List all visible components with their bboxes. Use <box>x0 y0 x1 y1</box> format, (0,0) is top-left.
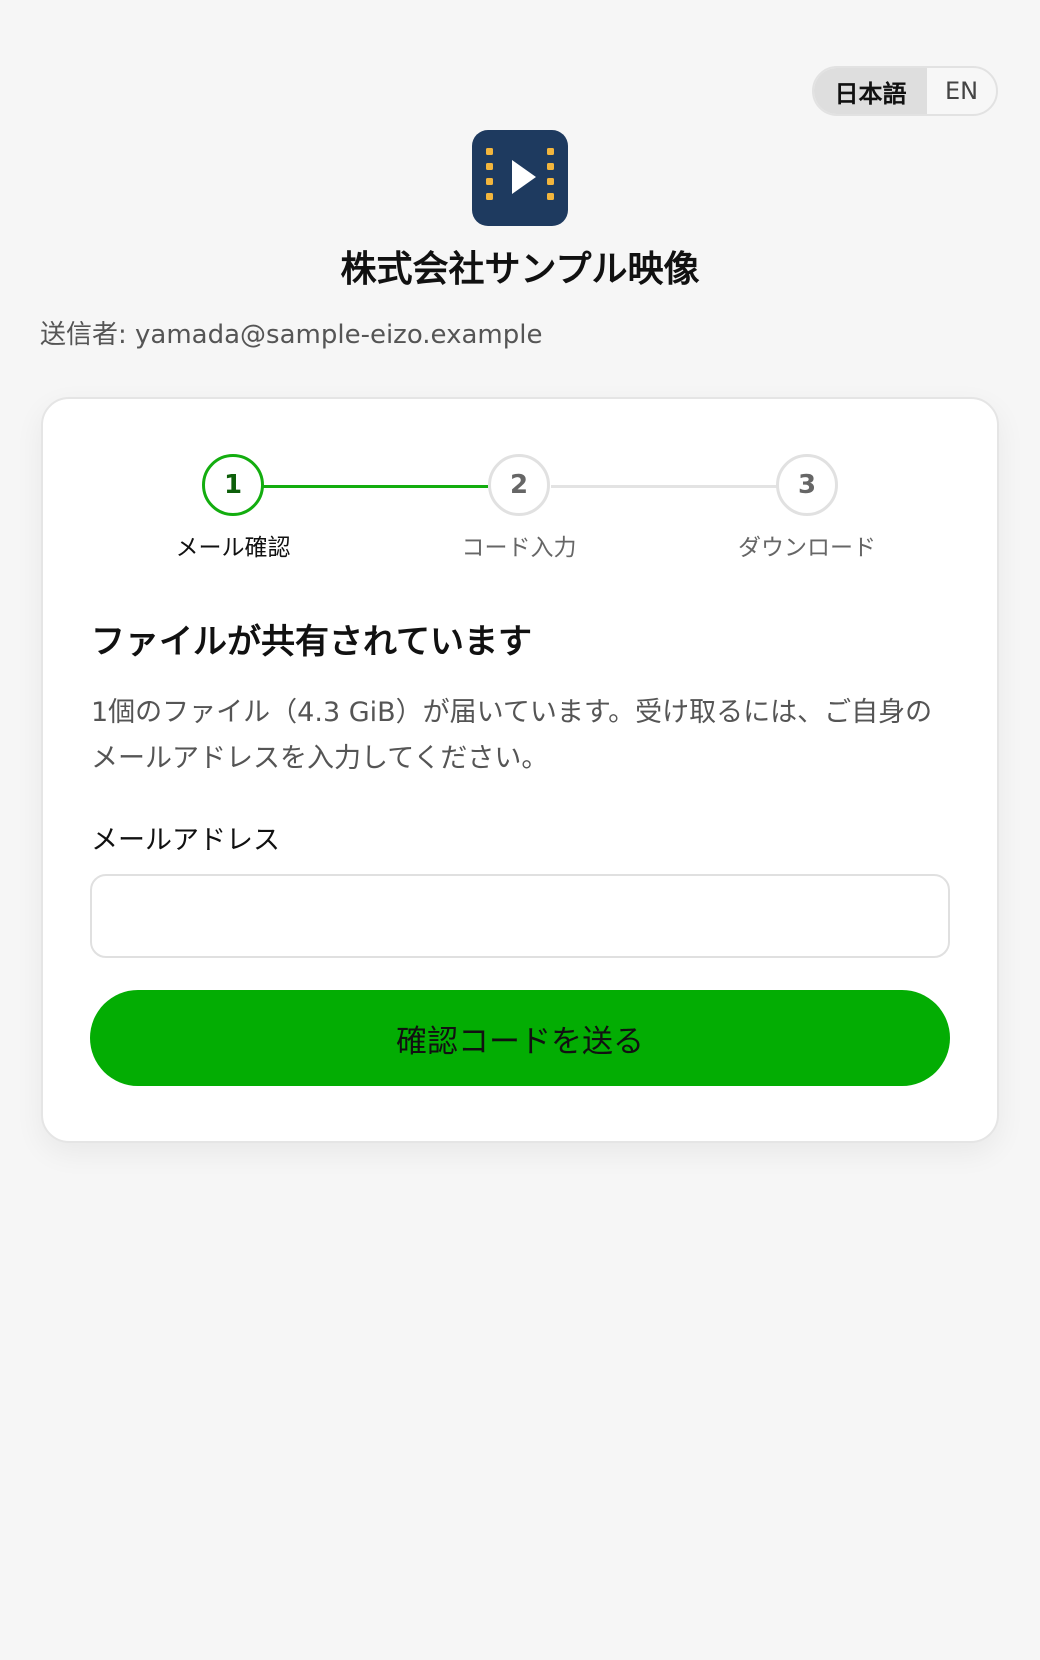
step-2-indicator: 2 <box>488 454 550 516</box>
language-option-en[interactable]: EN <box>927 68 996 114</box>
card-description: 1個のファイル（4.3 GiB）が届いています。受け取るには、ご自身のメールアド… <box>91 697 933 774</box>
card-heading: ファイルが共有されています <box>91 622 532 662</box>
language-toggle: 日本語 EN <box>812 66 998 116</box>
step-connector-1-2 <box>262 485 488 488</box>
language-option-ja[interactable]: 日本語 <box>814 68 927 114</box>
sender-info: 送信者: yamada@sample-eizo.example <box>40 320 543 350</box>
step-3-label: ダウンロード <box>738 535 876 561</box>
step-2-label: コード入力 <box>461 535 577 561</box>
send-code-button[interactable]: 確認コードを送る <box>90 990 950 1086</box>
email-field-label: メールアドレス <box>91 825 280 856</box>
email-input[interactable] <box>90 874 950 958</box>
film-play-icon <box>472 130 568 226</box>
step-1-label: メール確認 <box>175 535 291 561</box>
company-name: 株式会社サンプル映像 <box>340 249 700 290</box>
step-3-indicator: 3 <box>776 454 838 516</box>
step-1-indicator: 1 <box>202 454 264 516</box>
step-connector-2-3 <box>551 485 777 488</box>
